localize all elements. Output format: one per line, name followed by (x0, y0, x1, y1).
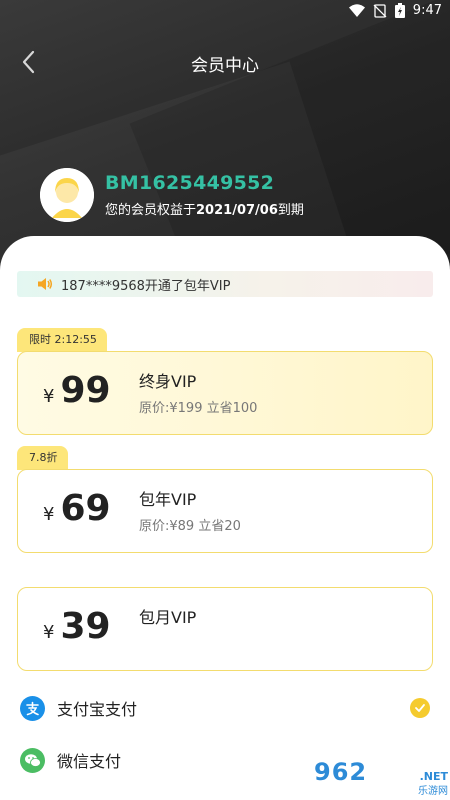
currency-symbol: ¥ (43, 504, 55, 525)
user-avatar-icon (40, 168, 94, 222)
plan-tag-discount: 7.8折 (17, 446, 68, 470)
price-amount: 69 (60, 488, 111, 529)
nav-bar: 会员中心 (0, 40, 450, 84)
currency-symbol: ¥ (43, 622, 55, 643)
plan-name: 终身VIP (139, 372, 197, 391)
plan-name: 包年VIP (139, 490, 197, 509)
payment-label: 微信支付 (57, 752, 122, 771)
wifi-icon (348, 4, 365, 17)
username: BM1625449552 (105, 172, 275, 194)
plan-original-price: 原价:¥89 立省20 (139, 519, 241, 534)
price-amount: 39 (60, 606, 111, 647)
status-bar: 9:47 (0, 0, 450, 24)
status-icons: 9:47 (348, 3, 442, 18)
watermark-logo: 962 .NET 乐游网 (306, 758, 448, 797)
battery-charging-icon (394, 3, 405, 18)
no-sim-icon (373, 3, 387, 18)
watermark-cn: 乐游网 (418, 786, 448, 797)
plan-price: ¥ 39 (43, 606, 111, 647)
price-amount: 99 (60, 370, 111, 411)
avatar[interactable] (40, 168, 94, 222)
plan-price: ¥ 99 (43, 370, 111, 411)
payment-option-alipay[interactable]: 支付宝支付 (20, 691, 435, 725)
expiry-date: 2021/07/06 (196, 203, 278, 218)
plan-original-price: 原价:¥199 立省100 (139, 401, 258, 416)
expiry-prefix: 您的会员权益于 (105, 203, 197, 218)
payment-label: 支付宝支付 (57, 700, 138, 719)
plan-name: 包月VIP (139, 608, 197, 627)
notice-text: 187****9568开通了包年VIP (61, 278, 231, 294)
page-title: 会员中心 (191, 56, 259, 76)
speaker-icon (38, 278, 53, 290)
plan-tag-limited: 限时 2:12:55 (17, 328, 107, 352)
membership-expiry: 您的会员权益于2021/07/06到期 (105, 199, 304, 218)
user-profile: BM1625449552 您的会员权益于2021/07/06到期 (40, 168, 304, 222)
status-time: 9:47 (412, 3, 442, 18)
purchase-notice: 187****9568开通了包年VIP (17, 271, 433, 297)
watermark-brand: 962 (314, 758, 368, 786)
expiry-suffix: 到期 (277, 203, 304, 218)
check-icon (410, 698, 430, 718)
alipay-icon (20, 695, 45, 721)
wechat-icon (20, 747, 45, 773)
user-info: BM1625449552 您的会员权益于2021/07/06到期 (105, 172, 304, 218)
plan-price: ¥ 69 (43, 488, 111, 529)
currency-symbol: ¥ (43, 386, 55, 407)
plan-card-yearly[interactable]: ¥ 69 包年VIP 原价:¥89 立省20 (17, 469, 433, 553)
plan-card-monthly[interactable]: ¥ 39 包月VIP (17, 587, 433, 671)
plan-card-lifetime[interactable]: ¥ 99 终身VIP 原价:¥199 立省100 (17, 351, 433, 435)
